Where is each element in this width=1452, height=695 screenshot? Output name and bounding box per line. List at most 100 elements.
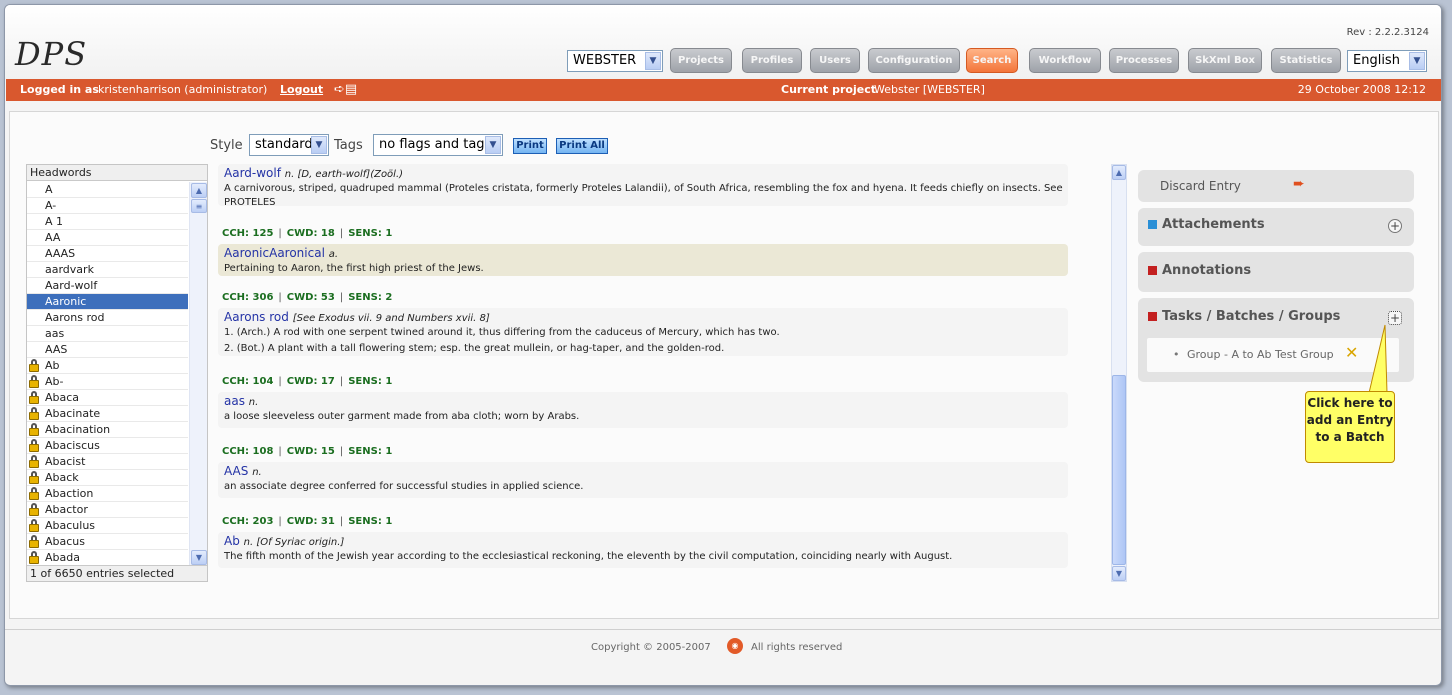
print-button[interactable]: Print (513, 138, 547, 154)
headword-item[interactable]: Abaciscus (27, 438, 188, 454)
headword-item[interactable]: Abacus (27, 534, 188, 550)
dictionary-select[interactable]: WEBSTER ▼ (567, 50, 663, 72)
headword-item[interactable]: Abactor (27, 502, 188, 518)
lock-icon (29, 503, 39, 516)
logout-icon[interactable]: ➪▤ (334, 79, 357, 101)
definition: an associate degree conferred for succes… (224, 481, 584, 492)
headword-item[interactable]: Aaronic (27, 294, 188, 310)
definition: A carnivorous, striped, quadruped mammal… (224, 183, 1063, 208)
nav-users[interactable]: Users (810, 48, 860, 73)
headword-item[interactable]: A 1 (27, 214, 188, 230)
headword-text[interactable]: Ab (224, 534, 240, 548)
headword-text[interactable]: AAS (224, 464, 248, 478)
headword-item[interactable]: Aarons rod (27, 310, 188, 326)
headword-label: aas (45, 327, 65, 340)
scroll-down-icon[interactable]: ▼ (1112, 566, 1126, 581)
nav-configuration[interactable]: Configuration (868, 48, 960, 73)
scroll-down-icon[interactable]: ▼ (191, 550, 207, 565)
headwords-scrollbar[interactable]: ▲ ≡ ▼ (189, 182, 207, 566)
entry-card[interactable]: aas n. a loose sleeveless outer garment m… (218, 392, 1068, 428)
headword-item[interactable]: Aback (27, 470, 188, 486)
headword-item[interactable]: Abada (27, 550, 188, 566)
headword-item[interactable]: Ab- (27, 374, 188, 390)
tags-select[interactable]: no flags and tags ▼ (373, 134, 503, 156)
headword-item[interactable]: A- (27, 198, 188, 214)
entry-card[interactable]: Aard-wolf n. [D, earth-wolf](Zoöl.) A car… (218, 164, 1068, 208)
headword-label: Aard-wolf (45, 279, 98, 292)
headword-item[interactable]: Abacist (27, 454, 188, 470)
scroll-thumb[interactable] (1112, 375, 1126, 565)
nav-processes[interactable]: Processes (1109, 48, 1179, 73)
nav-profiles[interactable]: Profiles (742, 48, 802, 73)
headword-item[interactable]: A (27, 182, 188, 198)
discard-entry-label[interactable]: Discard Entry (1160, 179, 1241, 193)
group-label[interactable]: Group - A to Ab Test Group (1187, 348, 1334, 361)
attachments-title: Attachements (1162, 217, 1265, 232)
language-select[interactable]: English ▼ (1347, 50, 1427, 72)
grammar-label: [See Exodus vii. 9 and Numbers xvii. 8] (292, 313, 490, 324)
style-label: Style (210, 138, 243, 153)
headword-item[interactable]: aas (27, 326, 188, 342)
rights: All rights reserved (751, 642, 843, 653)
sens-value: SENS: 2 (348, 292, 393, 303)
headword-item[interactable]: AAAS (27, 246, 188, 262)
definition: 1. (Arch.) A rod with one serpent twined… (224, 327, 780, 338)
entry-headword: aas n. (224, 394, 1068, 408)
discard-entry-box[interactable]: Discard Entry ➨ (1138, 170, 1414, 202)
nav-statistics[interactable]: Statistics (1271, 48, 1341, 73)
arrow-right-icon[interactable]: ➨ (1293, 176, 1305, 192)
entry-card[interactable]: AAS n. an associate degree conferred for … (218, 462, 1068, 498)
lock-icon (29, 391, 39, 404)
headword-text[interactable]: AaronicAaronical (224, 246, 325, 260)
lock-icon (29, 487, 39, 500)
main-panel: Style standard ▼ Tags no flags and tags ▼ … (9, 111, 1439, 619)
definition: a loose sleeveless outer garment made fr… (224, 411, 580, 422)
separator: | (339, 516, 344, 527)
entry-card[interactable]: Ab n. [Of Syriac origin.] The fifth month… (218, 532, 1068, 568)
headword-item[interactable]: Ab (27, 358, 188, 374)
print-all-button[interactable]: Print All (556, 138, 608, 154)
list-bullet: • (1173, 348, 1180, 361)
entry-card[interactable]: Aarons rod [See Exodus vii. 9 and Number… (218, 308, 1068, 356)
entry-card[interactable]: AaronicAaronical a. Pertaining to Aaron, … (218, 244, 1068, 276)
headword-item[interactable]: Abacinate (27, 406, 188, 422)
headword-item[interactable]: AA (27, 230, 188, 246)
headword-label: Abaca (45, 391, 80, 404)
headword-item[interactable]: Abaction (27, 486, 188, 502)
headword-item[interactable]: Abaca (27, 390, 188, 406)
nav-projects[interactable]: Projects (670, 48, 732, 73)
scroll-up-icon[interactable]: ▲ (1112, 165, 1126, 180)
headword-item[interactable]: Abacination (27, 422, 188, 438)
headword-label: Abacist (45, 455, 86, 468)
lock-icon (29, 359, 39, 372)
scroll-thumb[interactable]: ≡ (191, 199, 207, 213)
headword-item[interactable]: Aard-wolf (27, 278, 188, 294)
headword-label: Abada (45, 551, 80, 564)
entry-headword: AaronicAaronical a. (224, 246, 1068, 260)
headword-text[interactable]: aas (224, 394, 245, 408)
entries-scrollbar[interactable]: ▲ ▼ (1111, 164, 1127, 582)
cwd-value: CWD: 31 (286, 516, 335, 527)
headword-item[interactable]: AAS (27, 342, 188, 358)
callout-pointer (1368, 324, 1388, 394)
nav-workflow[interactable]: Workflow (1029, 48, 1101, 73)
scroll-up-icon[interactable]: ▲ (191, 183, 207, 198)
lock-icon (29, 439, 39, 452)
add-attachment-icon[interactable]: + (1388, 219, 1402, 233)
callout-tooltip: Click here to add an Entry to a Batch (1305, 391, 1395, 463)
cwd-value: CWD: 53 (286, 292, 335, 303)
logout-link[interactable]: Logout (280, 79, 323, 101)
nav-skxml-box[interactable]: SkXml Box (1188, 48, 1262, 73)
style-select[interactable]: standard ▼ (249, 134, 329, 156)
nav-search[interactable]: Search (966, 48, 1018, 73)
project-name: Webster [WEBSTER] (874, 83, 985, 96)
headword-text[interactable]: Aard-wolf (224, 166, 281, 180)
grammar-label: a. (328, 249, 339, 260)
headword-text[interactable]: Aarons rod (224, 310, 289, 324)
entries-view: Aard-wolf n. [D, earth-wolf](Zoöl.) A car… (216, 164, 1096, 582)
version-label: Rev : 2.2.2.3124 (1346, 27, 1429, 38)
headword-item[interactable]: aardvark (27, 262, 188, 278)
remove-icon[interactable]: ✕ (1345, 343, 1358, 362)
headword-label: Abaciscus (45, 439, 100, 452)
headword-item[interactable]: Abaculus (27, 518, 188, 534)
